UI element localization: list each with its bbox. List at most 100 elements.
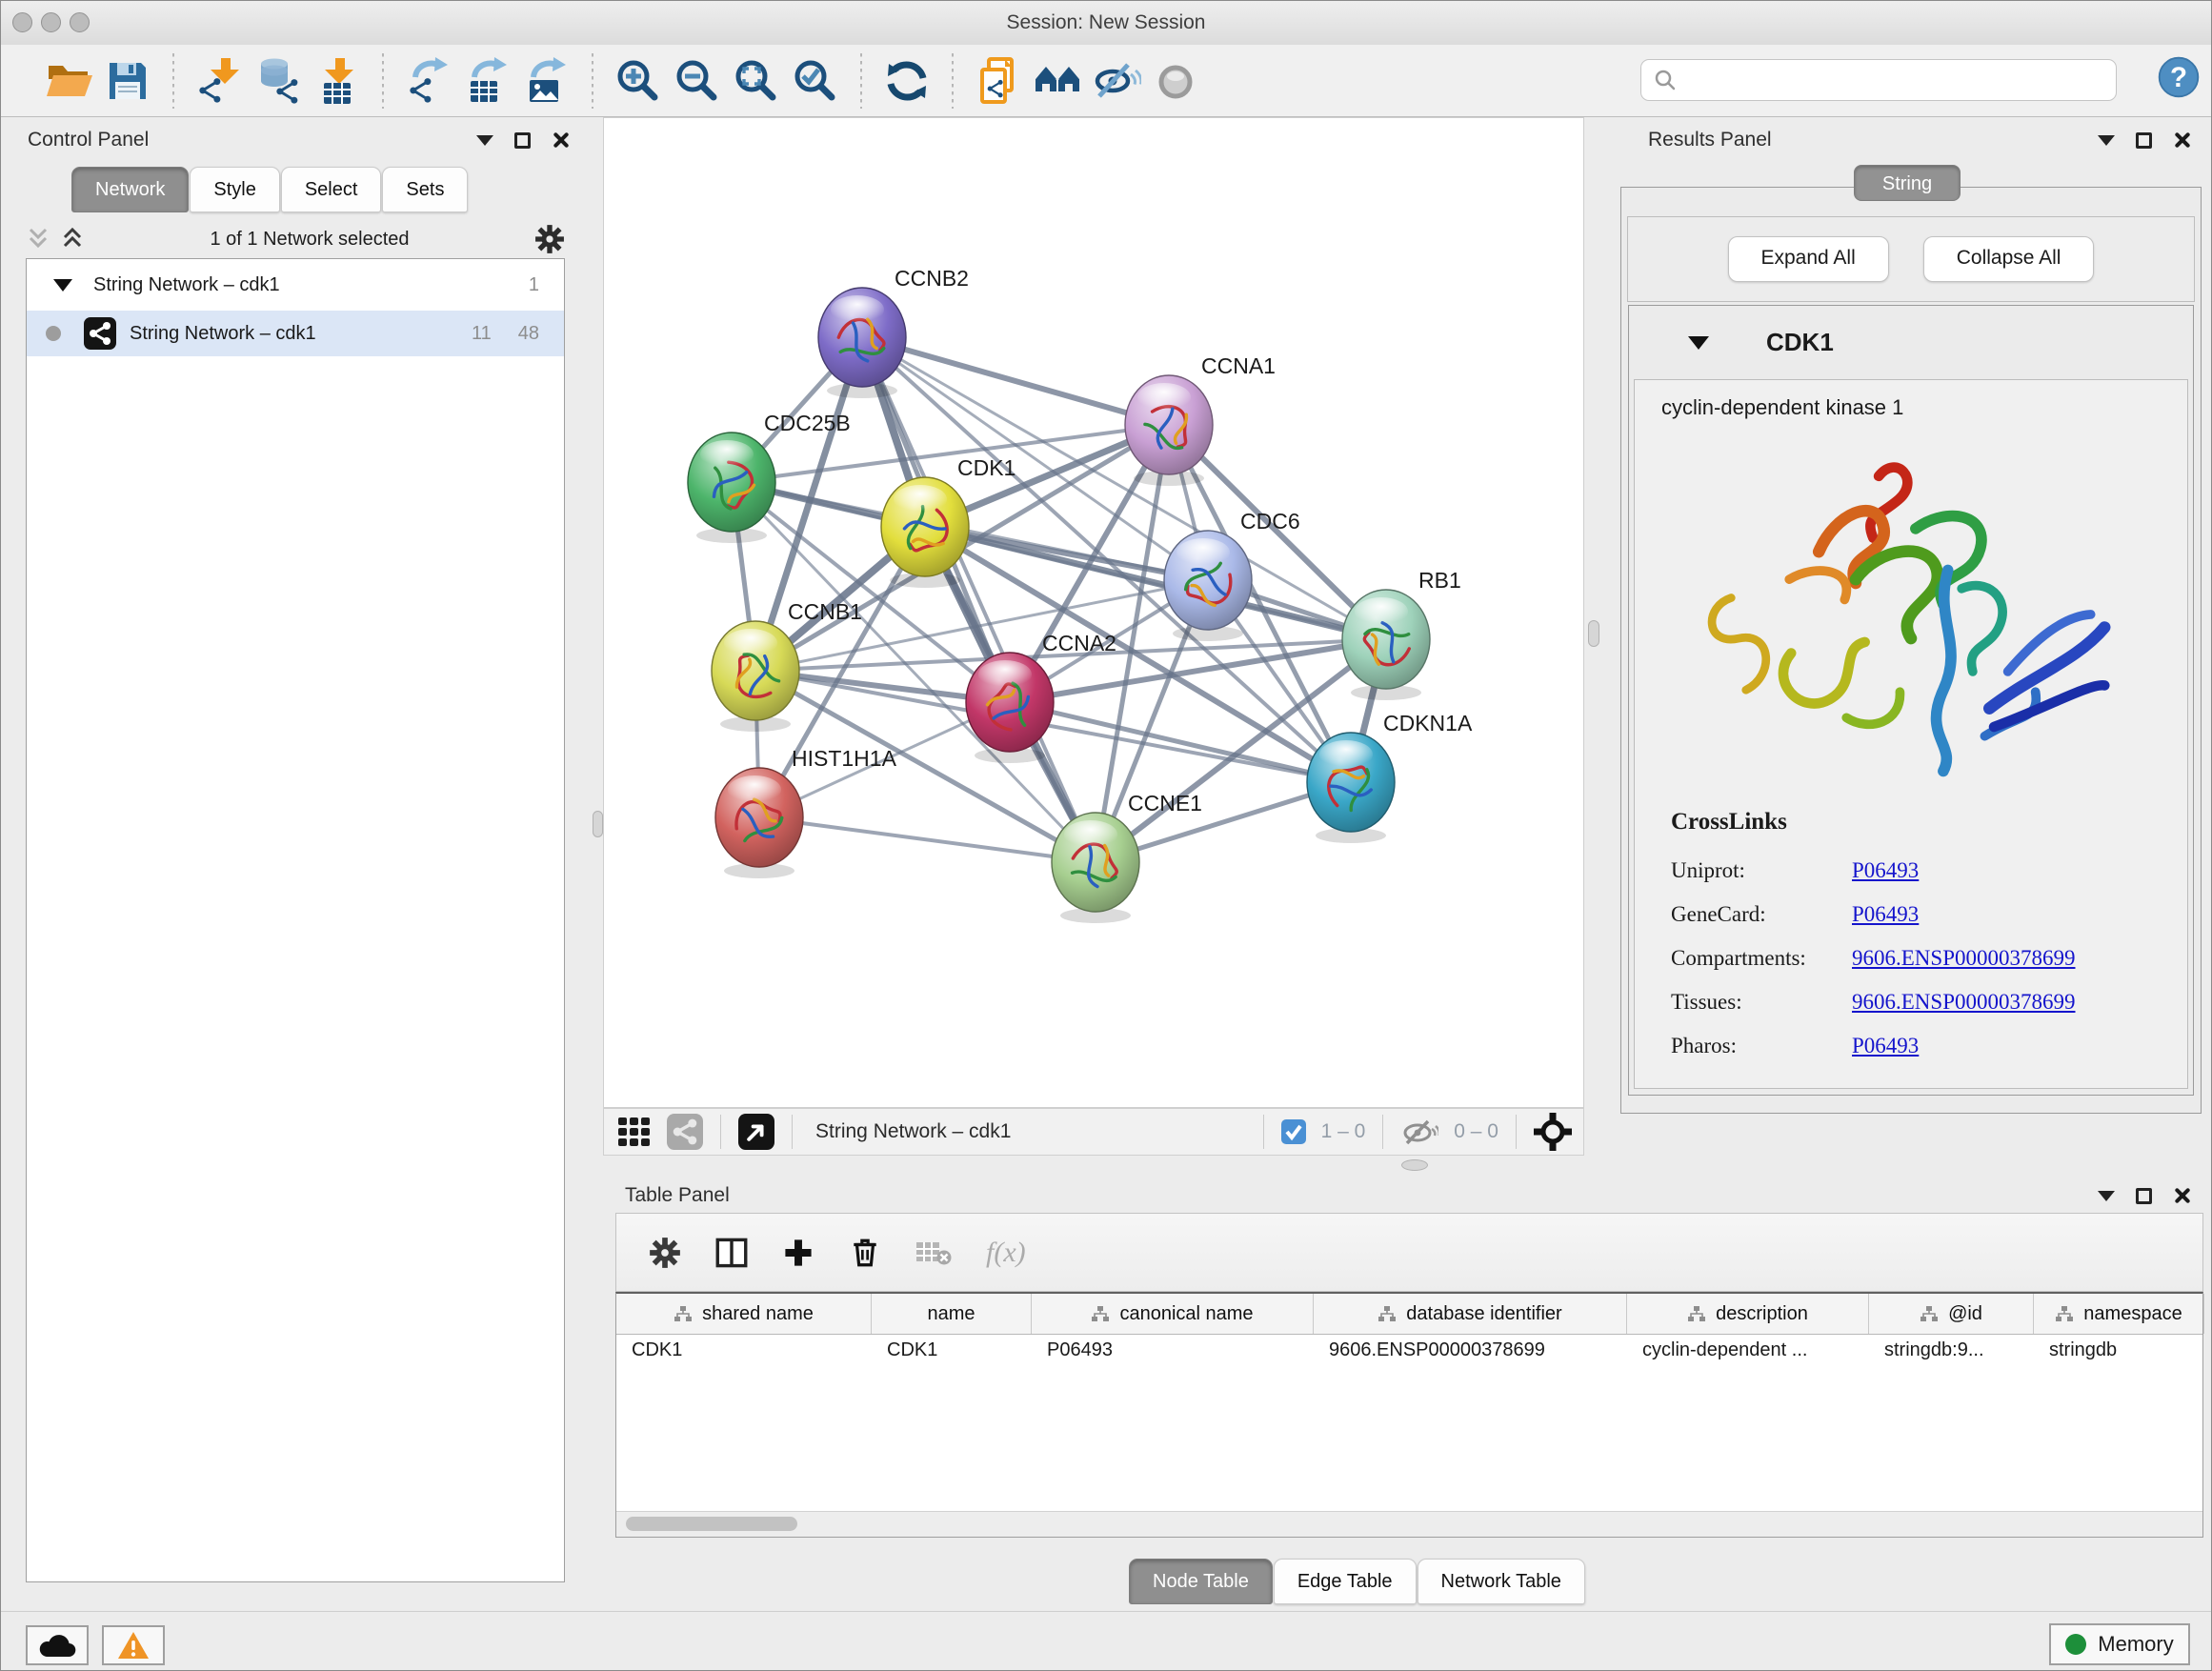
column-header-database-identifier[interactable]: database identifier — [1314, 1294, 1627, 1334]
network-node-CDC25B[interactable] — [688, 433, 775, 543]
node-table[interactable]: shared namenamecanonical namedatabase id… — [615, 1292, 2203, 1538]
column-header-name[interactable]: name — [872, 1294, 1032, 1334]
zoom-in-button[interactable] — [609, 51, 668, 111]
cloud-button[interactable] — [26, 1625, 89, 1665]
tab-node-table[interactable]: Node Table — [1129, 1559, 1273, 1604]
horizontal-splitter-handle[interactable] — [1401, 1159, 1428, 1171]
column-header-shared-name[interactable]: shared name — [616, 1294, 872, 1334]
crosslink-link[interactable]: P06493 — [1852, 1034, 1919, 1058]
open-in-window-icon[interactable] — [738, 1114, 774, 1150]
network-node-CDKN1A[interactable] — [1307, 733, 1395, 843]
zoom-out-button[interactable] — [668, 51, 727, 111]
table-row[interactable]: CDK1CDK1P064939606.ENSP00000378699cyclin… — [616, 1335, 2202, 1369]
node-section-collapse-icon[interactable] — [1688, 336, 1709, 350]
right-splitter[interactable] — [1584, 117, 1601, 1156]
crosslink-row: Pharos:P06493 — [1671, 1024, 2187, 1068]
crosslink-link[interactable]: 9606.ENSP00000378699 — [1852, 990, 2076, 1015]
left-splitter[interactable] — [592, 117, 603, 1611]
search-input[interactable] — [1640, 59, 2117, 101]
network-canvas[interactable]: CCNB2CCNA1CDC25BCDK1CDC6RB1CCNB1CCNA2CDK… — [603, 117, 1584, 1108]
network-node-RB1[interactable] — [1342, 590, 1430, 700]
zoom-selected-button[interactable] — [786, 51, 845, 111]
table-hscrollbar-thumb[interactable] — [626, 1517, 797, 1531]
column-header--id[interactable]: @id — [1869, 1294, 2034, 1334]
column-header-namespace[interactable]: namespace — [2034, 1294, 2204, 1334]
network-options-gear-icon[interactable] — [534, 224, 565, 254]
expand-all-icon[interactable] — [60, 226, 85, 252]
tab-network[interactable]: Network — [71, 167, 189, 212]
table-cell: CDK1 — [872, 1335, 1032, 1369]
network-node-CCNB1[interactable] — [712, 621, 799, 732]
warnings-button[interactable] — [102, 1625, 165, 1665]
table-panel-menu-icon[interactable] — [2098, 1191, 2115, 1201]
network-collection-row[interactable]: String Network – cdk1 1 — [27, 259, 564, 311]
network-edge-CCNB2-CCNE1[interactable] — [862, 337, 1096, 862]
tab-edge-table[interactable]: Edge Table — [1274, 1559, 1417, 1604]
import-table-button[interactable] — [308, 51, 367, 111]
table-hscrollbar[interactable] — [616, 1511, 2202, 1537]
collection-expand-icon[interactable] — [53, 279, 72, 292]
tab-sets[interactable]: Sets — [382, 167, 468, 212]
network-node-CCNB2[interactable] — [818, 288, 906, 398]
table-panel-float-icon[interactable] — [2136, 1188, 2152, 1204]
collapse-all-icon[interactable] — [26, 226, 50, 252]
import-network-button[interactable] — [190, 51, 249, 111]
save-button[interactable] — [98, 51, 157, 111]
memory-button[interactable]: Memory — [2049, 1623, 2190, 1665]
show-columns-icon[interactable] — [715, 1237, 748, 1269]
duplicate-network-button[interactable] — [969, 51, 1028, 111]
crosslink-link[interactable]: P06493 — [1852, 858, 1919, 883]
export-image-button[interactable] — [517, 51, 576, 111]
help-button[interactable]: ? — [2156, 54, 2202, 100]
column-header-description[interactable]: description — [1627, 1294, 1869, 1334]
collapse-all-button[interactable]: Collapse All — [1923, 236, 2095, 282]
string-view-icon[interactable] — [667, 1114, 703, 1150]
network-node-CCNA1[interactable] — [1125, 375, 1213, 486]
open-folder-button[interactable] — [39, 51, 98, 111]
network-row[interactable]: String Network – cdk1 11 48 — [27, 311, 564, 356]
tab-style[interactable]: Style — [190, 167, 279, 212]
control-panel-close-icon[interactable] — [552, 131, 569, 149]
selected-checkbox-icon[interactable] — [1281, 1119, 1306, 1144]
network-node-CCNE1[interactable] — [1052, 813, 1139, 923]
delete-column-icon[interactable] — [849, 1237, 881, 1269]
control-panel-menu-icon[interactable] — [476, 135, 493, 146]
delete-table-icon — [915, 1238, 952, 1267]
gene-description: cyclin-dependent kinase 1 — [1661, 395, 2187, 420]
refresh-button[interactable] — [877, 51, 936, 111]
hidden-eye-slash-icon[interactable] — [1400, 1117, 1438, 1146]
zoom-in-icon — [613, 56, 663, 106]
tab-select[interactable]: Select — [281, 167, 382, 212]
grid-view-icon[interactable] — [617, 1115, 652, 1149]
export-network-button[interactable] — [399, 51, 458, 111]
results-panel-float-icon[interactable] — [2136, 132, 2152, 149]
right-splitter-handle[interactable] — [1588, 620, 1599, 647]
table-settings-gear-icon[interactable] — [649, 1237, 681, 1269]
network-edge-CCNA2-CDKN1A[interactable] — [1010, 702, 1351, 782]
crosslink-link[interactable]: 9606.ENSP00000378699 — [1852, 946, 2076, 971]
birdseye-icon[interactable] — [1534, 1113, 1572, 1151]
presentation-button[interactable] — [1146, 51, 1205, 111]
crosslink-link[interactable]: P06493 — [1852, 902, 1919, 927]
export-table-button[interactable] — [458, 51, 517, 111]
results-panel-close-icon[interactable] — [2173, 131, 2190, 149]
add-column-icon[interactable] — [782, 1237, 814, 1269]
hide-panels-button[interactable] — [1087, 51, 1146, 111]
left-splitter-handle[interactable] — [593, 811, 603, 837]
node-label-CCNE1: CCNE1 — [1128, 791, 1202, 815]
network-node-HIST1H1A[interactable] — [715, 768, 803, 878]
zoom-fit-button[interactable] — [727, 51, 786, 111]
results-panel: Results Panel String Expand All Collapse… — [1601, 117, 2212, 1156]
results-panel-menu-icon[interactable] — [2098, 135, 2115, 146]
network-edge-HIST1H1A-CCNE1[interactable] — [759, 817, 1096, 862]
column-header-canonical-name[interactable]: canonical name — [1032, 1294, 1314, 1334]
import-database-button[interactable] — [249, 51, 308, 111]
tab-network-table[interactable]: Network Table — [1418, 1559, 1585, 1604]
table-panel-close-icon[interactable] — [2173, 1187, 2190, 1204]
tab-string[interactable]: String — [1854, 165, 1961, 201]
string-home-button[interactable] — [1028, 51, 1087, 111]
control-panel-float-icon[interactable] — [514, 132, 531, 149]
expand-all-button[interactable]: Expand All — [1728, 236, 1889, 282]
horizontal-splitter[interactable] — [603, 1156, 2212, 1173]
network-node-CCNA2[interactable] — [966, 653, 1054, 763]
